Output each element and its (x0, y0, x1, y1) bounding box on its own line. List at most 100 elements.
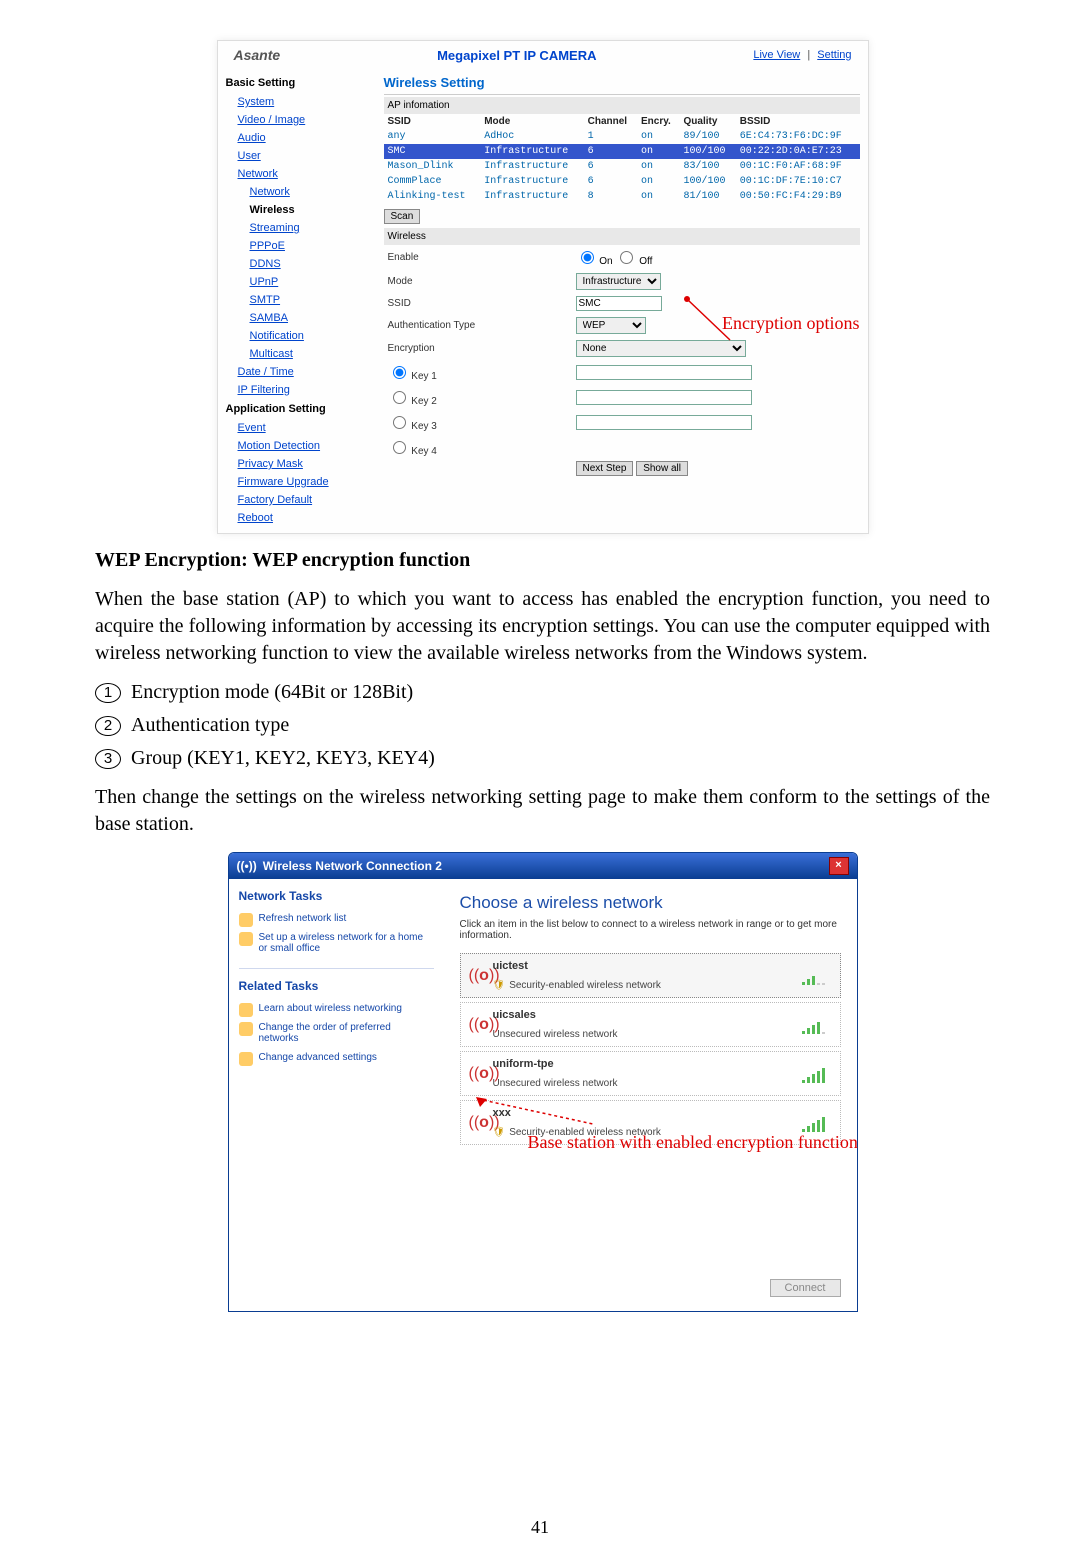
input-ssid[interactable] (576, 296, 662, 311)
nav-samba[interactable]: SAMBA (226, 309, 376, 327)
col-channel: Channel (584, 114, 637, 129)
shield-icon: 🛡 (493, 980, 506, 991)
input-key2[interactable] (576, 390, 752, 405)
nav-streaming[interactable]: Streaming (226, 219, 376, 237)
network-name: uniform-tpe (493, 1058, 802, 1070)
nav-video-image[interactable]: Video / Image (226, 111, 376, 129)
label-key2: Key 2 (384, 385, 572, 410)
label-key3: Key 3 (384, 410, 572, 435)
nav-factory[interactable]: Factory Default (226, 491, 376, 509)
ap-info-header: AP infomation (384, 97, 860, 114)
show-all-button[interactable]: Show all (636, 461, 688, 476)
select-auth[interactable]: WEP (576, 317, 646, 334)
nav-event[interactable]: Event (226, 419, 376, 437)
wifi-icon: ((o)) (469, 1016, 493, 1034)
task-advanced[interactable]: Change advanced settings (239, 1048, 434, 1067)
link-live-view[interactable]: Live View (753, 49, 800, 61)
radio-key2[interactable] (393, 391, 406, 404)
radio-key1[interactable] (393, 366, 406, 379)
network-item[interactable]: ((o))uictest 🛡Security-enabled wireless n… (460, 953, 841, 998)
nav-audio[interactable]: Audio (226, 129, 376, 147)
radio-off[interactable]: Off (615, 256, 652, 267)
link-setting[interactable]: Setting (817, 49, 851, 61)
ap-row[interactable]: CommPlaceInfrastructure6on100/10000:1C:D… (384, 174, 860, 189)
device-title: Megapixel PT IP CAMERA (280, 48, 753, 63)
windows-wireless-screenshot: ((•)) Wireless Network Connection 2 × Ne… (228, 852, 858, 1312)
col-ssid: SSID (384, 114, 481, 129)
side-heading-basic: Basic Setting (226, 77, 376, 89)
choose-network-hint: Click an item in the list below to conne… (460, 919, 841, 941)
nav-datetime[interactable]: Date / Time (226, 363, 376, 381)
wifi-icon: ((o)) (469, 1065, 493, 1083)
antenna-icon: ((•)) (237, 859, 257, 873)
label-auth: Authentication Type (384, 314, 572, 337)
nav-firmware[interactable]: Firmware Upgrade (226, 473, 376, 491)
radio-key3[interactable] (393, 416, 406, 429)
label-ssid: SSID (384, 293, 572, 314)
ap-table: SSID Mode Channel Encry. Quality BSSID a… (384, 114, 860, 204)
col-mode: Mode (480, 114, 583, 129)
next-step-button[interactable]: Next Step (576, 461, 634, 476)
close-icon[interactable]: × (829, 857, 849, 875)
col-encry: Encry. (637, 114, 680, 129)
label-key4: Key 4 (384, 435, 572, 460)
label-key1: Key 1 (384, 360, 572, 385)
nav-notification[interactable]: Notification (226, 327, 376, 345)
wireless-form: Enable On Off Mode Infrastructure SSID A… (384, 245, 860, 477)
ap-row[interactable]: anyAdHoc1on89/1006E:C4:73:F6:DC:9F (384, 129, 860, 144)
signal-icon (802, 1065, 832, 1083)
nav-network[interactable]: Network (226, 165, 376, 183)
label-mode: Mode (384, 270, 572, 293)
side-heading-app: Application Setting (226, 403, 376, 415)
section-heading: WEP Encryption: WEP encryption function (95, 549, 990, 572)
side-nav: Basic Setting System Video / Image Audio… (218, 67, 384, 533)
col-quality: Quality (680, 114, 736, 129)
input-key1[interactable] (576, 365, 752, 380)
ap-row[interactable]: SMCInfrastructure6on100/10000:22:2D:0A:E… (384, 144, 860, 159)
nav-multicast[interactable]: Multicast (226, 345, 376, 363)
list-item-3: 3Group (KEY1, KEY2, KEY3, KEY4) (95, 747, 990, 770)
scan-button[interactable]: Scan (384, 209, 421, 224)
nav-pppoe[interactable]: PPPoE (226, 237, 376, 255)
brand-logo: Asante (234, 47, 281, 63)
network-name: uictest (493, 960, 802, 972)
task-refresh[interactable]: Refresh network list (239, 909, 434, 928)
nav-motion[interactable]: Motion Detection (226, 437, 376, 455)
signal-icon (802, 967, 832, 985)
ap-row[interactable]: Alinking-testInfrastructure8on81/10000:5… (384, 189, 860, 204)
nav-ddns[interactable]: DDNS (226, 255, 376, 273)
nav-network-sub[interactable]: Network (226, 183, 376, 201)
nav-wireless[interactable]: Wireless (226, 201, 376, 219)
radio-on[interactable]: On (576, 256, 613, 267)
task-setup[interactable]: Set up a wireless network for a home or … (239, 928, 434, 958)
network-tasks-heading: Network Tasks (239, 889, 434, 903)
connect-button[interactable]: Connect (770, 1279, 841, 1297)
paragraph-2: Then change the settings on the wireless… (95, 784, 990, 838)
network-security: Unsecured wireless network (493, 1078, 802, 1089)
nav-upnp[interactable]: UPnP (226, 273, 376, 291)
camera-settings-screenshot: Asante Megapixel PT IP CAMERA Live View … (217, 40, 869, 534)
input-key3[interactable] (576, 415, 752, 430)
nav-system[interactable]: System (226, 93, 376, 111)
network-item[interactable]: ((o))uicsalesUnsecured wireless network (460, 1002, 841, 1047)
task-order[interactable]: Change the order of preferred networks (239, 1018, 434, 1048)
nav-user[interactable]: User (226, 147, 376, 165)
list-item-1: 1Encryption mode (64Bit or 128Bit) (95, 681, 990, 704)
window-title: Wireless Network Connection 2 (263, 859, 442, 873)
network-item[interactable]: ((o))uniform-tpe Unsecured wireless netwo… (460, 1051, 841, 1096)
wifi-icon: ((o)) (469, 967, 493, 985)
section-title: Wireless Setting (384, 71, 860, 95)
radio-key4[interactable] (393, 441, 406, 454)
choose-network-heading: Choose a wireless network (460, 893, 841, 913)
signal-icon (802, 1016, 832, 1034)
wireless-header: Wireless (384, 228, 860, 245)
network-name: uicsales (493, 1009, 802, 1021)
nav-reboot[interactable]: Reboot (226, 509, 376, 527)
ap-row[interactable]: Mason_DlinkInfrastructure6on83/10000:1C:… (384, 159, 860, 174)
nav-smtp[interactable]: SMTP (226, 291, 376, 309)
nav-privacy[interactable]: Privacy Mask (226, 455, 376, 473)
task-learn[interactable]: Learn about wireless networking (239, 999, 434, 1018)
select-mode[interactable]: Infrastructure (576, 273, 661, 290)
network-security: 🛡Security-enabled wireless network (493, 980, 802, 991)
nav-ipfilter[interactable]: IP Filtering (226, 381, 376, 399)
